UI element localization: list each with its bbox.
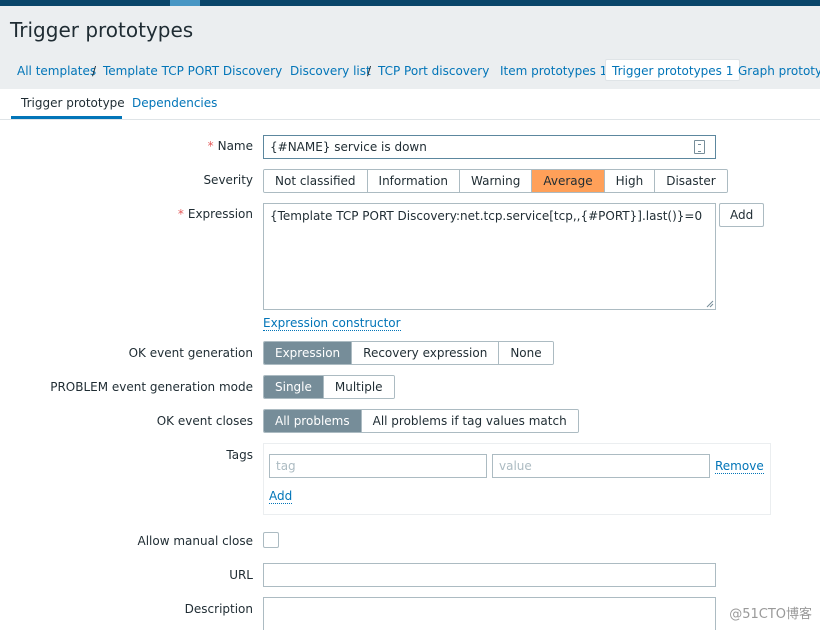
breadcrumb-trigger-prototypes[interactable]: Trigger prototypes 1 xyxy=(605,59,741,81)
breadcrumb-discovery-list[interactable]: Discovery list xyxy=(290,64,371,78)
tags-label: Tags xyxy=(226,448,253,462)
allow-manual-close-label: Allow manual close xyxy=(137,534,253,548)
ok-event-closes-selector: All problems All problems if tag values … xyxy=(263,409,579,433)
breadcrumb-separator: / xyxy=(367,64,372,78)
description-label: Description xyxy=(184,602,253,616)
tag-add-link[interactable]: Add xyxy=(269,489,293,504)
breadcrumb-graph-prototypes[interactable]: Graph prototypes xyxy=(738,64,820,78)
resize-handle-icon[interactable] xyxy=(706,300,714,308)
ok-event-generation-selector: Expression Recovery expression None xyxy=(263,341,554,365)
severity-high[interactable]: High xyxy=(604,170,656,192)
ok-event-generation-label: OK event generation xyxy=(128,346,253,360)
form-tabs: Trigger prototype Dependencies xyxy=(0,89,820,120)
ok-event-recovery-expression[interactable]: Recovery expression xyxy=(352,342,500,364)
macro-icon[interactable] xyxy=(694,140,705,154)
tag-input[interactable]: tag xyxy=(269,454,487,478)
tag-remove-link[interactable]: Remove xyxy=(715,459,764,474)
required-marker: * xyxy=(177,207,184,221)
form-panel: Trigger prototype Dependencies * Name {#N… xyxy=(0,89,820,630)
expression-label: * Expression xyxy=(177,207,253,221)
breadcrumb: All templates / Template TCP PORT Discov… xyxy=(0,58,820,84)
ok-event-expression[interactable]: Expression xyxy=(264,342,353,364)
ok-event-none[interactable]: None xyxy=(499,342,553,364)
tab-dependencies[interactable]: Dependencies xyxy=(132,96,217,110)
top-navigation-bar xyxy=(0,0,820,6)
severity-information[interactable]: Information xyxy=(367,170,460,192)
expression-textarea[interactable]: {Template TCP PORT Discovery:net.tcp.ser… xyxy=(263,203,716,310)
watermark: @51CTO博客 xyxy=(729,607,812,622)
problem-mode-label: PROBLEM event generation mode xyxy=(50,380,253,394)
page-title: Trigger prototypes xyxy=(10,18,194,42)
required-marker: * xyxy=(207,139,214,153)
breadcrumb-template[interactable]: Template TCP PORT Discovery xyxy=(103,64,282,78)
active-menu-indicator xyxy=(170,0,200,6)
ok-closes-tag-match[interactable]: All problems if tag values match xyxy=(361,410,578,432)
ok-event-closes-label: OK event closes xyxy=(156,414,253,428)
severity-not-classified[interactable]: Not classified xyxy=(264,170,368,192)
expression-text: {Template TCP PORT Discovery:net.tcp.ser… xyxy=(270,209,703,223)
severity-warning[interactable]: Warning xyxy=(460,170,533,192)
tab-trigger-prototype[interactable]: Trigger prototype xyxy=(21,96,125,110)
severity-average[interactable]: Average xyxy=(532,170,605,192)
expression-constructor-link[interactable]: Expression constructor xyxy=(263,316,401,331)
active-tab-indicator xyxy=(11,116,122,119)
name-label: * Name xyxy=(207,139,253,153)
severity-disaster[interactable]: Disaster xyxy=(655,170,727,192)
url-input[interactable] xyxy=(263,563,716,587)
description-textarea[interactable] xyxy=(263,597,716,630)
expression-add-button[interactable]: Add xyxy=(719,203,765,227)
ok-closes-all-problems[interactable]: All problems xyxy=(264,410,362,432)
problem-mode-single[interactable]: Single xyxy=(264,376,324,398)
tag-value-input[interactable]: value xyxy=(492,454,710,478)
allow-manual-close-checkbox[interactable] xyxy=(263,532,279,548)
severity-selector: Not classified Information Warning Avera… xyxy=(263,169,728,193)
breadcrumb-discovery-rule[interactable]: TCP Port discovery xyxy=(378,64,489,78)
problem-mode-selector: Single Multiple xyxy=(263,375,395,399)
url-label: URL xyxy=(229,568,253,582)
severity-label: Severity xyxy=(203,173,253,187)
breadcrumb-item-prototypes[interactable]: Item prototypes 1 xyxy=(500,64,607,78)
problem-mode-multiple[interactable]: Multiple xyxy=(323,376,394,398)
breadcrumb-separator: / xyxy=(92,64,97,78)
breadcrumb-all-templates[interactable]: All templates xyxy=(17,64,96,78)
name-input[interactable]: {#NAME} service is down xyxy=(263,135,716,159)
